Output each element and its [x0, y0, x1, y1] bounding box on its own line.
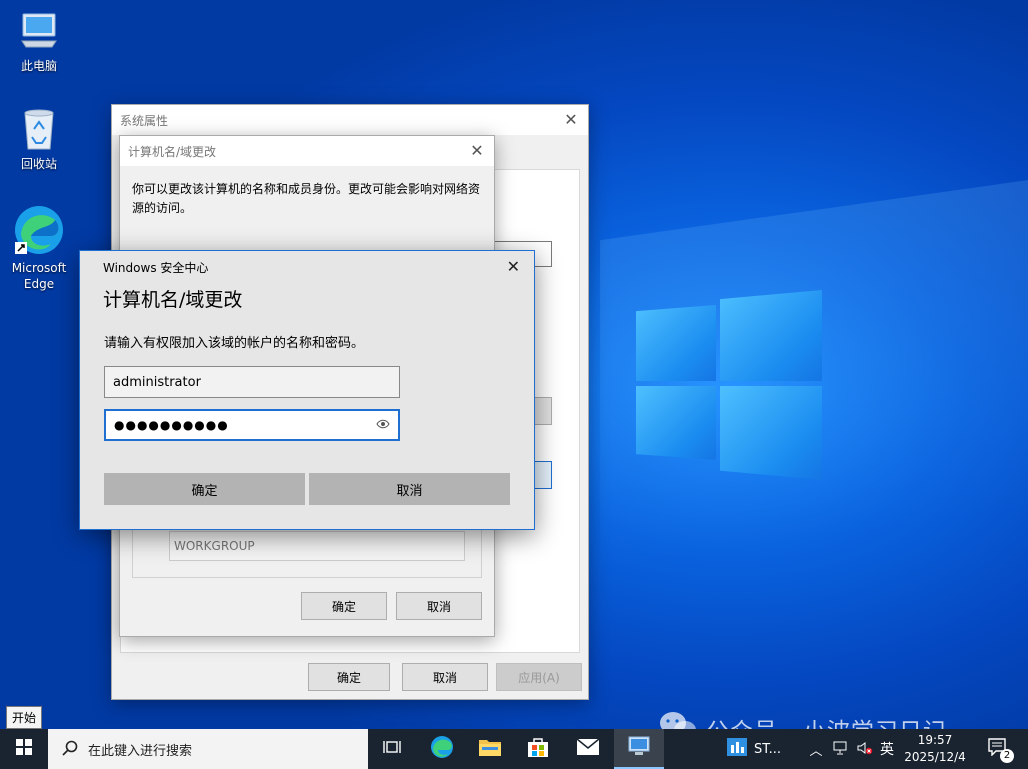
notification-count: 2 — [1000, 749, 1014, 763]
taskbar-search-box[interactable]: 在此键入进行搜索 — [48, 729, 368, 769]
cancel-button[interactable]: 取消 — [402, 663, 488, 691]
desktop-icon-label: Microsoft Edge — [11, 261, 67, 291]
close-icon: ✕ — [506, 257, 520, 276]
windows-wallpaper-logo — [636, 290, 822, 480]
close-icon: ✕ — [564, 110, 578, 129]
chevron-up-icon: ︿ — [809, 743, 823, 759]
taskbar-edge[interactable] — [420, 729, 464, 769]
desktop-icon-edge[interactable]: Microsoft Edge — [4, 204, 74, 292]
start-button[interactable] — [0, 729, 48, 769]
show-hidden-icons-button[interactable]: ︿ — [806, 729, 826, 769]
volume-muted-icon — [857, 740, 873, 759]
dialog-title: 计算机名/域更改 — [128, 144, 217, 159]
edge-icon — [430, 735, 454, 763]
task-view-icon — [383, 739, 401, 759]
taskbar-running-app[interactable]: ST... — [718, 729, 794, 769]
reveal-password-icon[interactable] — [376, 418, 390, 433]
notification-center-button[interactable]: 2 — [978, 729, 1018, 769]
security-heading: 计算机名/域更改 — [103, 289, 243, 311]
task-view-button[interactable] — [370, 729, 414, 769]
search-icon — [62, 740, 78, 760]
notification-icon: 2 — [988, 738, 1014, 763]
app-icon — [726, 737, 748, 761]
desktop-icon-this-pc[interactable]: 此电脑 — [4, 8, 74, 74]
cancel-button[interactable]: 取消 — [309, 473, 510, 505]
taskbar-store[interactable] — [516, 729, 560, 769]
edge-icon — [13, 204, 65, 256]
clock[interactable]: 19:57 2025/12/4 — [900, 729, 970, 769]
ok-button[interactable]: 确定 — [301, 592, 387, 620]
folder-icon — [478, 737, 502, 761]
start-tooltip: 开始 — [6, 706, 43, 729]
app-label: ST... — [754, 741, 782, 757]
close-button[interactable]: ✕ — [507, 257, 520, 276]
dialog-description: 你可以更改该计算机的名称和成员身份。更改可能会影响对网络资源的访问。 — [132, 182, 481, 215]
security-prompt: 请输入有权限加入该域的帐户的名称和密码。 — [104, 336, 365, 351]
cancel-button[interactable]: 取消 — [396, 592, 482, 620]
network-status[interactable] — [830, 729, 852, 769]
system-properties-icon — [627, 735, 651, 761]
mail-icon — [576, 738, 600, 760]
taskbar-system-properties[interactable] — [614, 729, 664, 769]
system-properties-titlebar: 系统属性 — [112, 105, 588, 135]
volume-status[interactable] — [854, 729, 876, 769]
dialog-titlebar: 计算机名/域更改 — [120, 136, 494, 166]
ok-button[interactable]: 确定 — [104, 473, 305, 505]
taskbar: 在此键入进行搜索 ST... ︿ 英 19:57 2025/12/4 2 — [0, 729, 1028, 769]
desktop-icon-recycle-bin[interactable]: 回收站 — [4, 106, 74, 172]
recycle-bin-icon — [16, 106, 62, 152]
ok-button[interactable]: 确定 — [308, 663, 390, 691]
taskbar-mail[interactable] — [566, 729, 610, 769]
window-title: 系统属性 — [120, 113, 169, 128]
desktop-icon-label: 此电脑 — [20, 59, 57, 73]
security-app-title: Windows 安全中心 — [103, 261, 209, 275]
computer-icon — [16, 8, 62, 54]
password-mask: ●●●●●●●●●● — [114, 418, 229, 432]
windows-start-icon — [16, 739, 32, 759]
close-icon: ✕ — [470, 141, 484, 160]
workgroup-field[interactable]: WORKGROUP — [169, 531, 465, 561]
input-method-indicator[interactable]: 英 — [876, 729, 898, 769]
password-input[interactable]: ●●●●●●●●●● — [104, 409, 400, 441]
username-input[interactable]: administrator — [104, 366, 400, 398]
clock-time: 19:57 — [917, 733, 953, 747]
close-button[interactable]: ✕ — [562, 111, 580, 129]
close-button[interactable]: ✕ — [468, 142, 486, 160]
search-placeholder: 在此键入进行搜索 — [88, 743, 193, 759]
windows-security-dialog: Windows 安全中心 ✕ 计算机名/域更改 请输入有权限加入该域的帐户的名称… — [79, 250, 535, 530]
clock-date: 2025/12/4 — [904, 750, 966, 764]
network-icon — [833, 740, 849, 759]
taskbar-file-explorer[interactable] — [468, 729, 512, 769]
store-icon — [527, 736, 549, 762]
apply-button[interactable]: 应用(A) — [496, 663, 582, 691]
desktop-icon-label: 回收站 — [20, 157, 57, 171]
